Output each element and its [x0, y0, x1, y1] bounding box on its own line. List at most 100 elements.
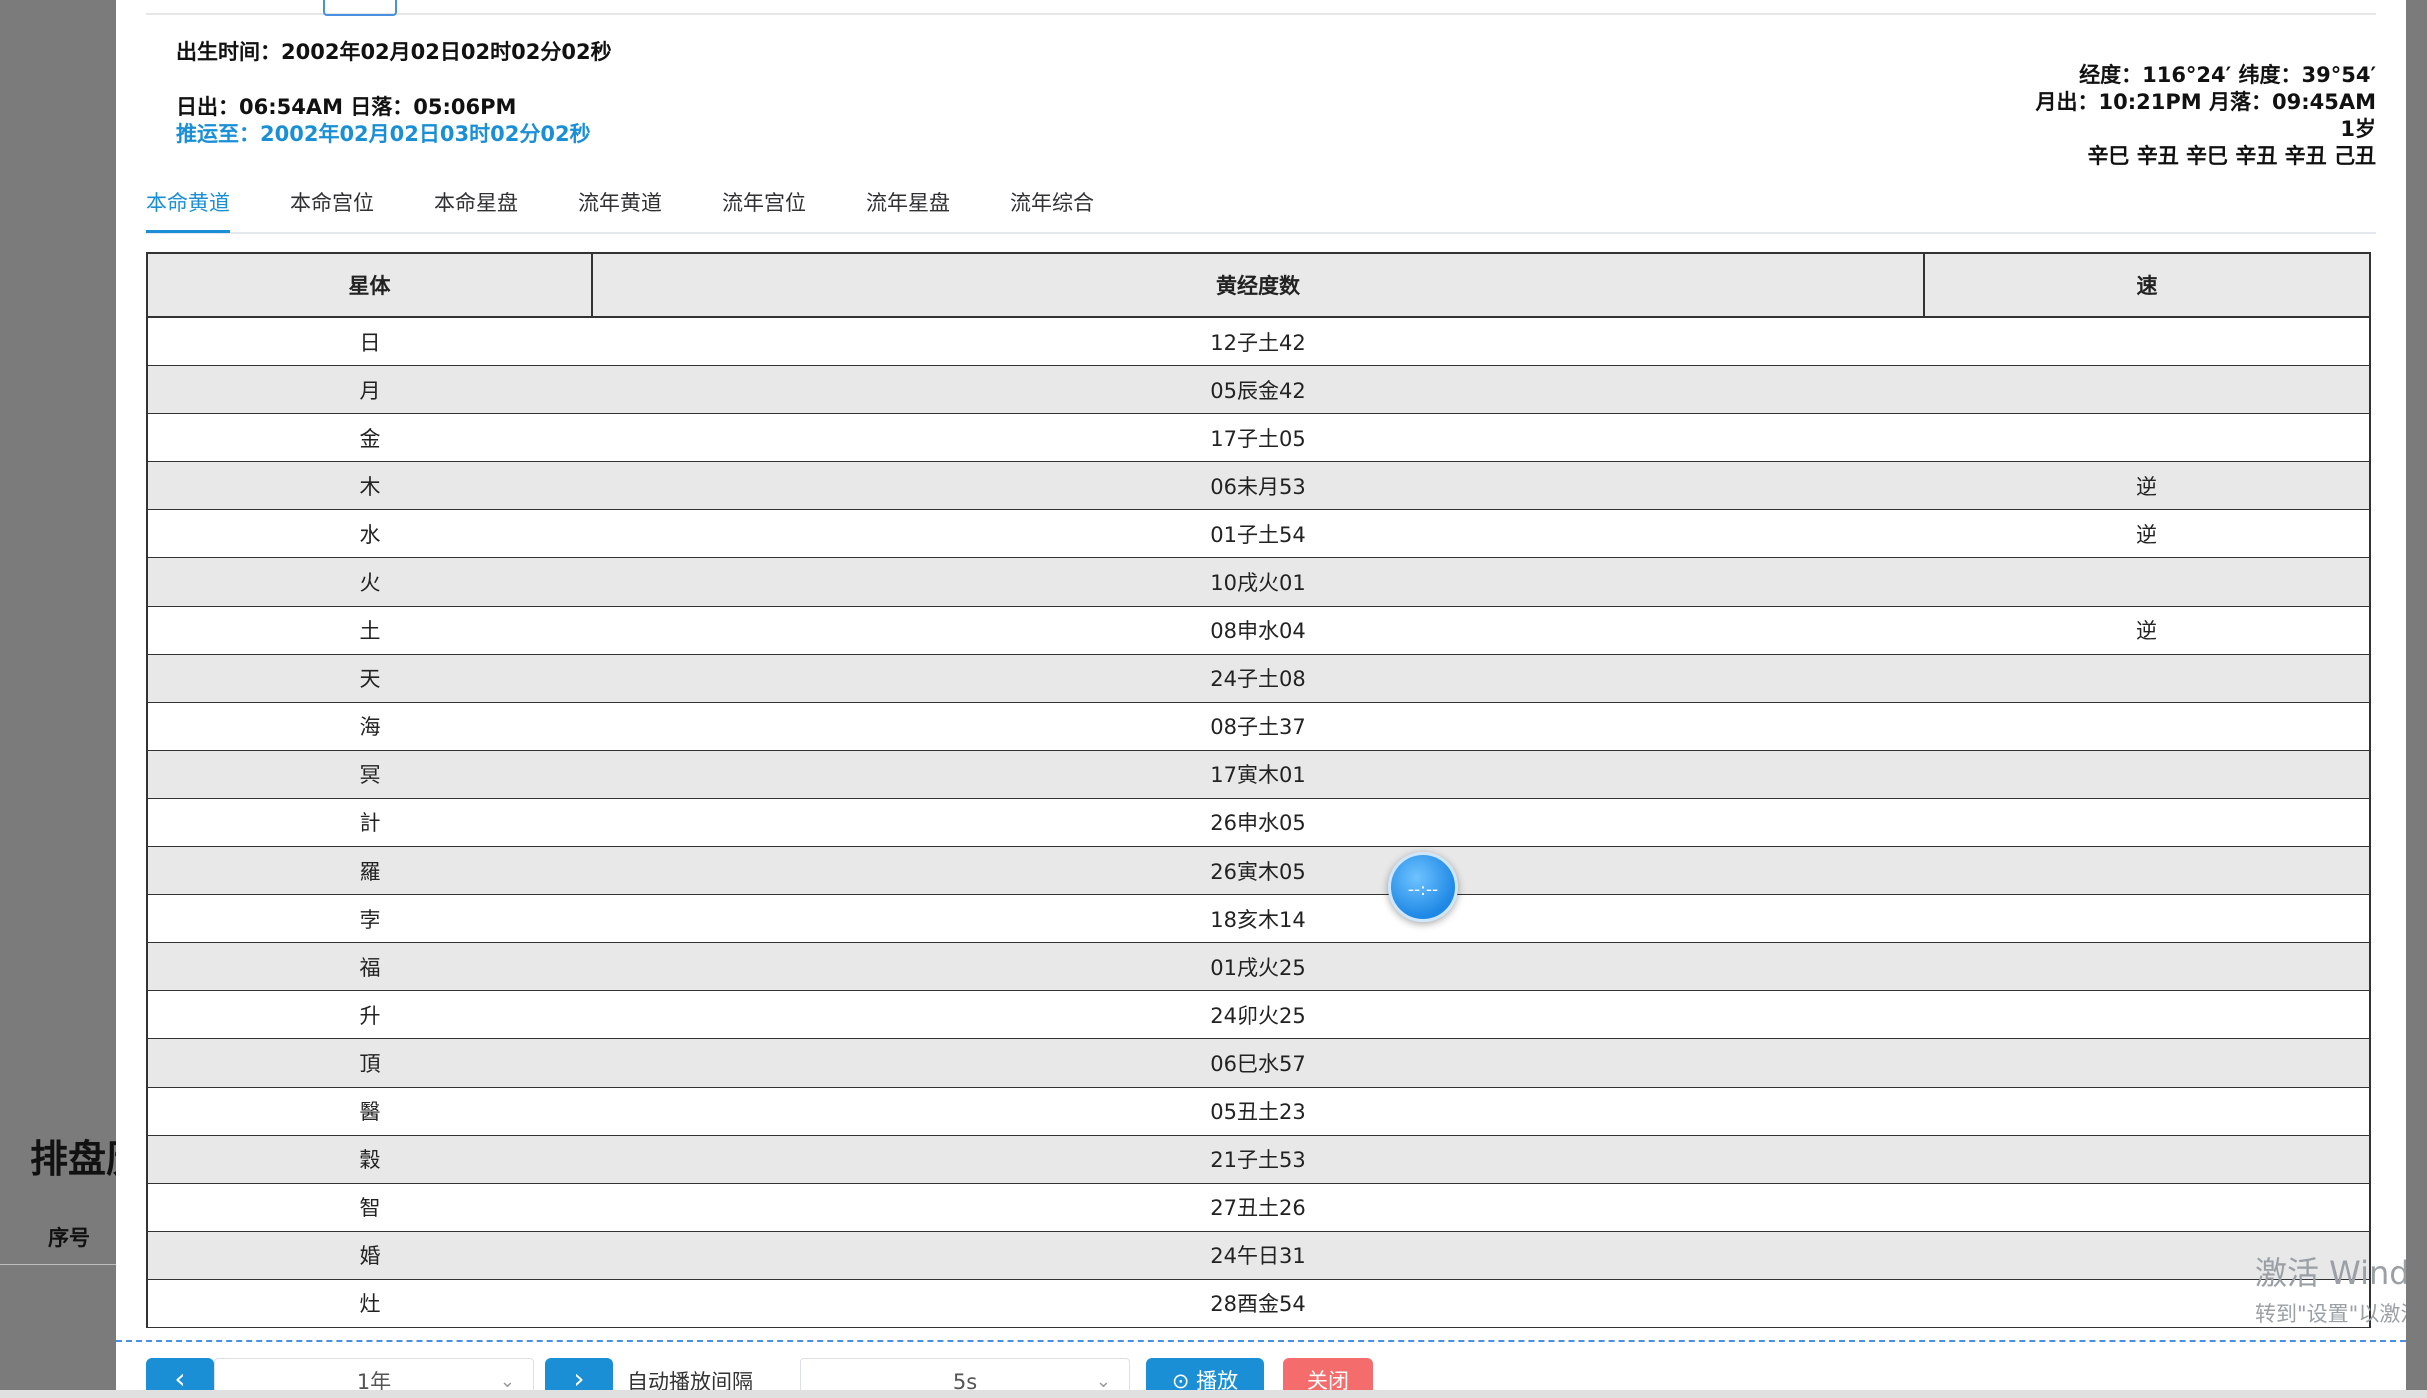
- table-row: 智 27丑土26: [146, 1182, 2371, 1232]
- planet-cell: 智: [146, 1182, 592, 1232]
- planet-cell: 頂: [146, 1038, 592, 1088]
- speed-cell: [1924, 316, 2371, 367]
- speed-cell: [1924, 365, 2371, 415]
- table-row: 海 08子土37: [146, 701, 2371, 751]
- longitude-cell: 17子土05: [592, 413, 1924, 463]
- longitude-cell: 18亥木14: [592, 894, 1924, 944]
- longitude-cell: 21子土53: [592, 1134, 1924, 1184]
- table-row: 婚 24午日31: [146, 1230, 2371, 1280]
- planet-cell: 計: [146, 797, 592, 848]
- moonrise-moonset: 月出：10:21PM 月落：09:45AM: [2035, 90, 2376, 114]
- planet-cell: 升: [146, 990, 592, 1040]
- table-row: 福 01戌火25: [146, 942, 2371, 992]
- planet-cell: 天: [146, 653, 592, 703]
- planet-cell: 日: [146, 316, 592, 367]
- longitude-cell: 26寅木05: [592, 846, 1924, 896]
- watermark-title: 激活 Windows: [2255, 1254, 2406, 1292]
- longitude-cell: 05丑土23: [592, 1086, 1924, 1136]
- background-column-header: 序号: [48, 1226, 90, 1250]
- bottom-scroll-strip: [0, 1390, 2427, 1398]
- location-info: 经度：116°24′ 纬度：39°54′ 月出：10:21PM 月落：09:45…: [2036, 62, 2376, 170]
- tab-annual-houses[interactable]: 流年宫位: [722, 186, 806, 230]
- speed-cell: [1924, 1086, 2371, 1136]
- speed-cell: [1924, 701, 2371, 751]
- longitude-cell: 28酉金54: [592, 1278, 1924, 1328]
- longitude-cell: 27丑土26: [592, 1182, 1924, 1232]
- background-divider: [0, 1264, 120, 1265]
- table-row: 土 08申水04 逆: [146, 605, 2371, 655]
- planet-cell: 水: [146, 509, 592, 559]
- top-tab-indicator[interactable]: [323, 0, 397, 16]
- longitude-cell: 24子土08: [592, 653, 1924, 703]
- speed-cell: [1924, 1038, 2371, 1088]
- planet-cell: 土: [146, 605, 592, 655]
- speed-cell: 逆: [1924, 461, 2371, 511]
- tab-natal-chart[interactable]: 本命星盘: [434, 186, 518, 230]
- table-row: 醫 05丑土23: [146, 1086, 2371, 1136]
- tab-natal-ecliptic[interactable]: 本命黄道: [146, 186, 230, 233]
- tab-annual-chart[interactable]: 流年星盘: [866, 186, 950, 230]
- longitude-cell: 06未月53: [592, 461, 1924, 511]
- watermark-subtitle: 转到"设置"以激活 Windows。: [2255, 1302, 2406, 1326]
- chart-tabs: 本命黄道 本命宫位 本命星盘 流年黄道 流年宫位 流年星盘 流年综合: [146, 186, 2376, 234]
- tab-natal-houses[interactable]: 本命宫位: [290, 186, 374, 230]
- speed-cell: 逆: [1924, 509, 2371, 559]
- birth-time: 出生时间：2002年02月02日02时02分02秒: [176, 40, 612, 64]
- speed-cell: [1924, 557, 2371, 607]
- planet-cell: 婚: [146, 1230, 592, 1280]
- table-row: 月 05辰金42: [146, 365, 2371, 415]
- table-row: 火 10戌火01: [146, 557, 2371, 607]
- planet-cell: 冥: [146, 749, 592, 799]
- longitude-cell: 24卯火25: [592, 990, 1924, 1040]
- speed-cell: [1924, 653, 2371, 703]
- speed-cell: [1924, 1182, 2371, 1232]
- table-row: 孛 18亥木14: [146, 894, 2371, 944]
- planet-cell: 孛: [146, 894, 592, 944]
- planet-cell: 木: [146, 461, 592, 511]
- speed-cell: [1924, 749, 2371, 799]
- table-row: 天 24子土08: [146, 653, 2371, 703]
- table-row: 羅 26寅木05: [146, 846, 2371, 896]
- planet-cell: 月: [146, 365, 592, 415]
- tab-annual-combined[interactable]: 流年综合: [1010, 186, 1094, 230]
- longitude-cell: 17寅木01: [592, 749, 1924, 799]
- planet-cell: 福: [146, 942, 592, 992]
- longitude-cell: 08申水04: [592, 605, 1924, 655]
- planet-cell: 灶: [146, 1278, 592, 1328]
- dashed-divider: [116, 1340, 2406, 1342]
- speed-cell: 逆: [1924, 605, 2371, 655]
- table-row: 穀 21子土53: [146, 1134, 2371, 1184]
- floating-timer-button[interactable]: --:--: [1388, 852, 1458, 922]
- speed-cell: [1924, 413, 2371, 463]
- table-row: 灶 28酉金54: [146, 1278, 2371, 1328]
- table-row: 升 24卯火25: [146, 990, 2371, 1040]
- planet-cell: 海: [146, 701, 592, 751]
- longitude-cell: 12子土42: [592, 316, 1924, 367]
- header-speed: 速: [1923, 252, 2371, 318]
- windows-activation-watermark: 激活 Windows 转到"设置"以激活 Windows。: [2255, 1248, 2406, 1328]
- bazi-pillars: 辛巳 辛丑 辛巳 辛丑 辛丑 己丑: [2087, 144, 2376, 168]
- table-row: 計 26申水05: [146, 797, 2371, 848]
- planet-cell: 火: [146, 557, 592, 607]
- speed-cell: [1924, 1134, 2371, 1184]
- table-row: 木 06未月53 逆: [146, 461, 2371, 511]
- speed-cell: [1924, 797, 2371, 848]
- tab-annual-ecliptic[interactable]: 流年黄道: [578, 186, 662, 230]
- longitude-cell: 26申水05: [592, 797, 1924, 848]
- header-longitude: 黄经度数: [591, 252, 1925, 318]
- table-row: 金 17子土05: [146, 413, 2371, 463]
- planet-cell: 穀: [146, 1134, 592, 1184]
- longitude-cell: 08子土37: [592, 701, 1924, 751]
- coordinates: 经度：116°24′ 纬度：39°54′: [2079, 63, 2376, 87]
- sunrise-sunset: 日出：06:54AM 日落：05:06PM: [176, 95, 517, 119]
- longitude-cell: 24午日31: [592, 1230, 1924, 1280]
- speed-cell: [1924, 894, 2371, 944]
- speed-cell: [1924, 990, 2371, 1040]
- longitude-cell: 10戌火01: [592, 557, 1924, 607]
- table-row: 日 12子土42: [146, 316, 2371, 367]
- speed-cell: [1924, 846, 2371, 896]
- planet-cell: 羅: [146, 846, 592, 896]
- chart-dialog: 出生时间：2002年02月02日02时02分02秒 日出：06:54AM 日落：…: [116, 0, 2406, 1398]
- progression-time: 推运至：2002年02月02日03时02分02秒: [176, 122, 591, 146]
- longitude-cell: 06巳水57: [592, 1038, 1924, 1088]
